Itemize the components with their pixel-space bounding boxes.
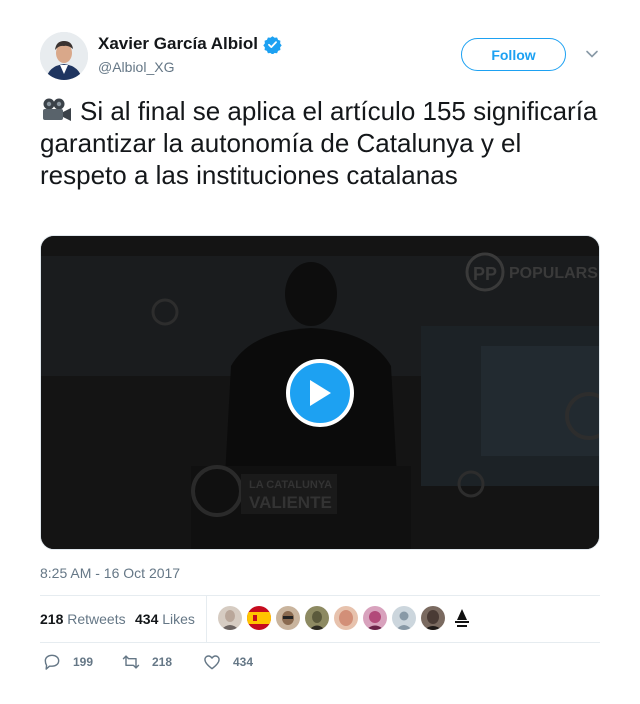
tweet-header: Xavier García Albiol @Albiol_XG Follow <box>40 28 600 84</box>
tweet-timestamp[interactable]: 8:25 AM - 16 Oct 2017 <box>40 565 180 581</box>
liker-avatar[interactable] <box>305 606 329 630</box>
liker-avatar-spain-flag[interactable] <box>247 606 271 630</box>
retweets-count: 218 <box>40 611 64 627</box>
liker-avatar[interactable] <box>450 606 474 630</box>
retweet-count: 218 <box>152 655 173 669</box>
like-button[interactable]: 434 <box>202 652 253 672</box>
movie-camera-icon <box>43 98 71 121</box>
follow-button[interactable]: Follow <box>461 38 566 71</box>
video-player[interactable]: PP POPULARS LA CATALUNYA VALIENTE <box>40 235 600 550</box>
liker-avatar[interactable] <box>218 606 242 630</box>
chevron-down-icon[interactable] <box>585 47 599 61</box>
likes-stat[interactable]: 434 Likes <box>135 611 195 627</box>
stats-divider <box>206 596 207 642</box>
tweet-actions: 199 218 434 <box>40 652 600 676</box>
svg-text:PP: PP <box>473 264 497 284</box>
banner-line-1: LA CATALUNYA <box>249 479 332 491</box>
retweet-button[interactable]: 218 <box>121 652 172 672</box>
retweets-label: Retweets <box>67 611 126 627</box>
logo-text: POPULARS <box>509 265 598 282</box>
tweet-text: Si al final se aplica el artículo 155 si… <box>40 95 600 191</box>
reply-icon <box>44 654 60 670</box>
like-count: 434 <box>233 655 254 669</box>
retweet-icon <box>122 655 140 669</box>
play-button[interactable] <box>286 359 354 427</box>
liker-avatar[interactable] <box>363 606 387 630</box>
avatar[interactable] <box>40 32 88 80</box>
tweet-body: Si al final se aplica el artículo 155 si… <box>40 96 598 190</box>
likes-label: Likes <box>162 611 195 627</box>
name-row: Xavier García Albiol <box>98 34 282 54</box>
tweet-stats: 218 Retweets 434 Likes <box>40 595 600 643</box>
liker-avatar[interactable] <box>276 606 300 630</box>
liker-avatar-default[interactable] <box>392 606 416 630</box>
reply-count: 199 <box>73 655 94 669</box>
reply-button[interactable]: 199 <box>42 652 93 672</box>
liker-avatar[interactable] <box>421 606 445 630</box>
play-icon <box>310 380 331 406</box>
heart-icon <box>204 655 220 670</box>
display-name[interactable]: Xavier García Albiol <box>98 34 258 54</box>
liker-avatars <box>218 606 479 632</box>
liker-avatar[interactable] <box>334 606 358 630</box>
verified-badge-icon <box>263 35 282 54</box>
likes-count: 434 <box>135 611 159 627</box>
user-handle[interactable]: @Albiol_XG <box>98 59 174 75</box>
retweets-stat[interactable]: 218 Retweets <box>40 611 126 627</box>
banner-line-2: VALIENTE <box>249 493 332 512</box>
